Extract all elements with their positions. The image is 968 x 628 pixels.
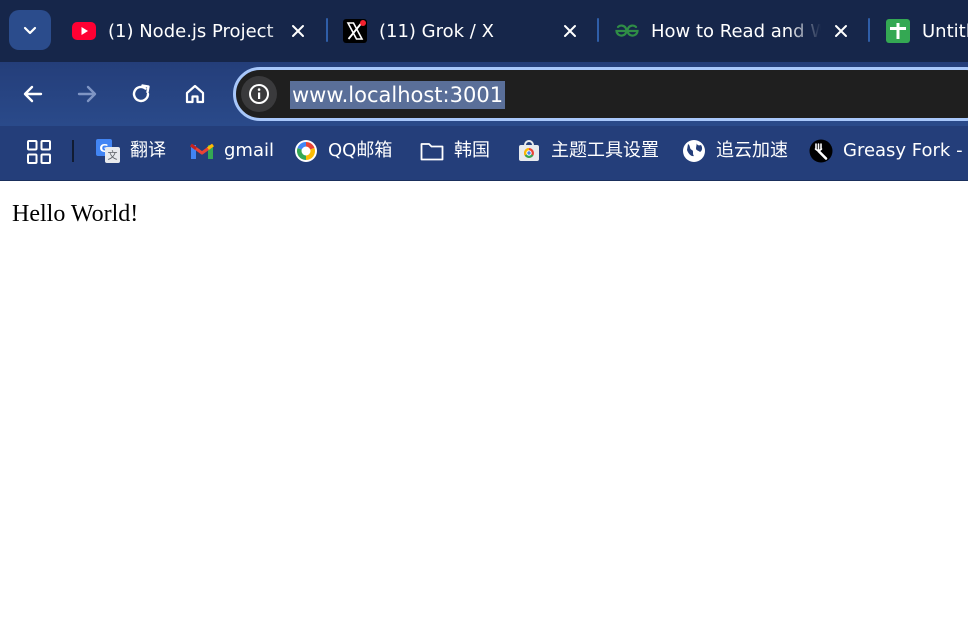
tab-title: How to Read and W [651,21,821,42]
home-button[interactable] [177,76,213,112]
tab-title: Untitl [922,21,968,42]
tab-title: (1) Node.js Project [108,21,274,42]
bookmark-label: 追云加速 [716,140,788,161]
greasy-fork-icon [809,139,833,163]
site-info-button[interactable] [241,76,277,112]
gmail-icon [190,139,214,163]
back-arrow-icon [23,85,43,103]
tab-grok[interactable]: (11) Grok / X [343,8,593,54]
address-bar[interactable]: www.localhost:3001 [233,67,968,121]
tab-search-button[interactable] [9,10,51,50]
tab-google-sheets[interactable]: Untitl [886,8,968,54]
x-logo-icon [343,19,367,43]
bookmark-theme-settings[interactable]: 主题工具设置 [517,138,659,164]
chrome-web-store-icon [517,139,541,163]
page-content: Hello World! [0,182,968,628]
hello-world-text: Hello World! [12,201,139,227]
svg-text:文: 文 [108,149,118,162]
reload-button[interactable] [123,76,159,112]
apps-grid-button[interactable] [26,139,52,165]
browser-toolbar: www.localhost:3001 [0,62,968,126]
youtube-icon [72,19,96,43]
bookmark-zhuiyun[interactable]: 追云加速 [682,138,788,164]
chevron-down-icon [23,26,37,35]
bookmark-label: 翻译 [130,140,166,161]
tab-close-icon[interactable] [288,21,308,41]
back-button[interactable] [15,76,51,112]
bookmark-gmail[interactable]: gmail [190,138,274,164]
google-translate-icon: G文 [96,139,120,163]
bookmark-label: Greasy Fork - 安 [843,140,968,161]
reload-icon [132,84,150,103]
folder-icon [420,139,444,163]
qq-mail-icon [294,139,318,163]
tab-close-icon[interactable] [831,21,851,41]
tab-close-icon[interactable] [560,21,580,41]
tab-separator [868,18,870,42]
tab-youtube[interactable]: (1) Node.js Project [72,8,322,54]
bookmark-translate[interactable]: G文 翻译 [96,138,166,164]
globe-icon [682,139,706,163]
bookmark-label: 主题工具设置 [551,140,659,161]
tab-strip: (1) Node.js Project (11) Grok / X How to… [0,0,968,62]
bookmarks-bar: G文 翻译 gmail QQ邮箱 韩国 主题工具设置 追云加速 Greasy F… [0,126,968,181]
tab-geeksforgeeks[interactable]: How to Read and W [615,8,865,54]
bookmark-label: 韩国 [454,140,490,161]
home-icon [185,84,205,104]
bookmark-folder-korea[interactable]: 韩国 [420,138,490,164]
tab-title: (11) Grok / X [379,21,494,42]
info-icon [249,84,269,104]
forward-button[interactable] [69,76,105,112]
google-sheets-icon [886,19,910,43]
tab-separator [597,18,599,42]
url-text[interactable]: www.localhost:3001 [290,81,506,109]
forward-arrow-icon [77,85,97,103]
bookmark-label: QQ邮箱 [328,140,393,161]
bookmarks-separator [72,140,74,162]
geeksforgeeks-icon [615,19,639,43]
bookmark-label: gmail [224,140,274,161]
tab-separator [326,18,328,42]
apps-grid-icon [27,140,51,164]
bookmark-qq-mail[interactable]: QQ邮箱 [294,138,392,164]
bookmark-greasy-fork[interactable]: Greasy Fork - 安 [809,138,968,164]
